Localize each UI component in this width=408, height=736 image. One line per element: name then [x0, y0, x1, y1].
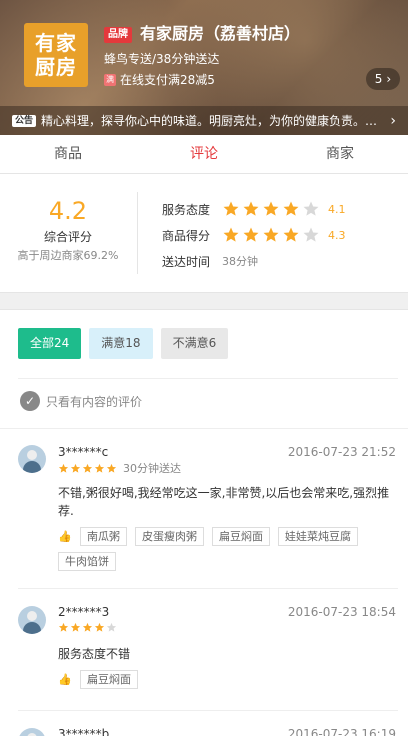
filter-satisfied-button[interactable]: 满意18 — [89, 328, 153, 359]
rating-row-service: 服务态度 4.1 — [162, 196, 346, 222]
recommended-dishes: 👍 南瓜粥 皮蛋瘦肉粥 扁豆焖面 娃娃菜炖豆腐 牛肉馅饼 — [58, 527, 398, 571]
review-delivery-time: 30分钟送达 — [123, 462, 181, 475]
review-date: 2016-07-23 16:19 — [287, 727, 396, 736]
review-date: 2016-07-23 18:54 — [287, 605, 396, 619]
review-filters: 全部24 满意18 不满意6 — [18, 328, 229, 359]
dish-tag[interactable]: 扁豆焖面 — [212, 527, 270, 546]
shop-header: 有家厨房 品牌 有家厨房（荔善村店） 蜂鸟专送/38分钟送达 满 在线支付满28… — [0, 0, 408, 135]
avatar-icon — [18, 728, 46, 736]
star-icon — [82, 463, 93, 473]
dish-tag[interactable]: 娃娃菜炖豆腐 — [278, 527, 358, 546]
star-icon — [263, 201, 279, 216]
review-user: 2******3 — [58, 605, 110, 619]
review-text: 服务态度不错 — [58, 647, 131, 661]
tab-reviews[interactable]: 评论 — [136, 135, 272, 173]
star-icon — [106, 463, 117, 473]
score-panel: 4.2 综合评分 高于周边商家69.2% 服务态度 4.1 商品得分 4.3 送… — [0, 174, 408, 292]
chevron-right-icon: › — [386, 72, 392, 86]
shop-name: 有家厨房（荔善村店） — [140, 24, 301, 43]
dish-tag[interactable]: 皮蛋瘦肉粥 — [135, 527, 204, 546]
star-icon — [223, 227, 239, 242]
promo-count-button[interactable]: 5 › — [366, 68, 400, 90]
rating-label: 服务态度 — [162, 202, 211, 217]
thumbs-up-icon: 👍 — [58, 530, 72, 543]
rating-label: 商品得分 — [162, 228, 211, 243]
review-user: 3******c — [58, 445, 109, 459]
avatar-icon — [18, 606, 46, 634]
tab-products[interactable]: 商品 — [0, 135, 136, 173]
overall-label: 综合评分 — [43, 230, 92, 244]
review-meta: 30分钟送达 — [58, 460, 181, 476]
review-item: 2******3 2016-07-23 18:54 服务态度不错 👍 扁豆焖面 — [0, 589, 408, 711]
brand-badge: 品牌 — [104, 27, 132, 43]
rating-value: 4.1 — [328, 202, 346, 216]
shop-logo: 有家厨房 — [24, 23, 88, 87]
rating-row-product: 商品得分 4.3 — [162, 222, 346, 248]
tab-merchant[interactable]: 商家 — [272, 135, 408, 173]
star-icon — [283, 227, 299, 242]
divider — [137, 192, 138, 274]
star-icon — [303, 201, 319, 216]
check-circle-icon: ✓ — [20, 391, 40, 411]
promo-line: 满 在线支付满28减5 — [104, 72, 215, 88]
dish-tag[interactable]: 南瓜粥 — [80, 527, 127, 546]
overall-comparison: 高于周边商家69.2% — [17, 249, 119, 262]
star-rating — [222, 226, 320, 244]
avatar-icon — [18, 445, 46, 473]
rating-value: 4.3 — [328, 228, 346, 242]
section-gap — [0, 292, 408, 310]
star-icon — [243, 227, 259, 242]
dish-tag[interactable]: 牛肉馅饼 — [58, 552, 116, 571]
rating-list: 服务态度 4.1 商品得分 4.3 送达时间 38分钟 — [162, 196, 346, 274]
only-content-toggle[interactable]: ✓ 只看有内容的评价 — [20, 391, 142, 411]
review-text: 不错,粥很好喝,我经常吃这一家,非常赞,以后也会常来吃,强烈推荐. — [58, 486, 390, 518]
star-icon — [303, 227, 319, 242]
star-icon — [243, 201, 259, 216]
review-user: 3******b — [58, 727, 110, 736]
filter-all-button[interactable]: 全部24 — [18, 328, 82, 359]
dish-tag[interactable]: 扁豆焖面 — [80, 670, 138, 689]
star-icon — [58, 463, 69, 473]
review-item: 3******b 2016-07-23 16:19 — [0, 711, 408, 736]
delivery-info: 蜂鸟专送/38分钟送达 — [104, 52, 220, 66]
shop-logo-text: 有家厨房 — [35, 31, 77, 79]
star-icon — [283, 201, 299, 216]
divider — [18, 378, 398, 379]
star-rating — [58, 622, 117, 633]
star-rating — [58, 463, 117, 474]
rating-label: 送达时间 — [162, 254, 211, 269]
review-meta — [58, 622, 123, 633]
star-icon — [94, 463, 105, 473]
review-item: 3******c 2016-07-23 21:52 30分钟送达 不错,粥很好喝… — [0, 429, 408, 589]
review-date: 2016-07-23 21:52 — [287, 445, 396, 459]
star-icon — [263, 227, 279, 242]
overall-score-block: 4.2 综合评分 高于周边商家69.2% — [0, 196, 136, 264]
delivery-time: 38分钟 — [222, 255, 258, 268]
discount-icon: 满 — [104, 74, 116, 86]
promo-text: 在线支付满28减5 — [120, 73, 215, 87]
star-icon — [70, 622, 81, 632]
tab-bar: 商品 评论 商家 — [0, 135, 408, 174]
recommended-dishes: 👍 扁豆焖面 — [58, 670, 398, 689]
thumbs-up-icon: 👍 — [58, 673, 72, 686]
chevron-right-icon: › — [390, 112, 396, 129]
rating-row-delivery: 送达时间 38分钟 — [162, 248, 346, 274]
overall-score: 4.2 — [48, 197, 88, 225]
star-rating — [222, 200, 320, 218]
star-icon — [94, 622, 105, 632]
promo-count: 5 — [374, 72, 383, 86]
star-icon — [106, 622, 117, 632]
filter-unsatisfied-button[interactable]: 不满意6 — [160, 328, 229, 359]
star-icon — [70, 463, 81, 473]
notice-tag: 公告 — [12, 114, 37, 127]
star-icon — [82, 622, 93, 632]
notice-text: 精心料理，探寻你心中的味道。明厨亮灶，为你的健康负责。有… — [41, 114, 385, 128]
notice-bar[interactable]: 公告 精心料理，探寻你心中的味道。明厨亮灶，为你的健康负责。有… › — [0, 106, 408, 135]
star-icon — [223, 201, 239, 216]
star-icon — [58, 622, 69, 632]
only-content-label: 只看有内容的评价 — [46, 394, 143, 409]
